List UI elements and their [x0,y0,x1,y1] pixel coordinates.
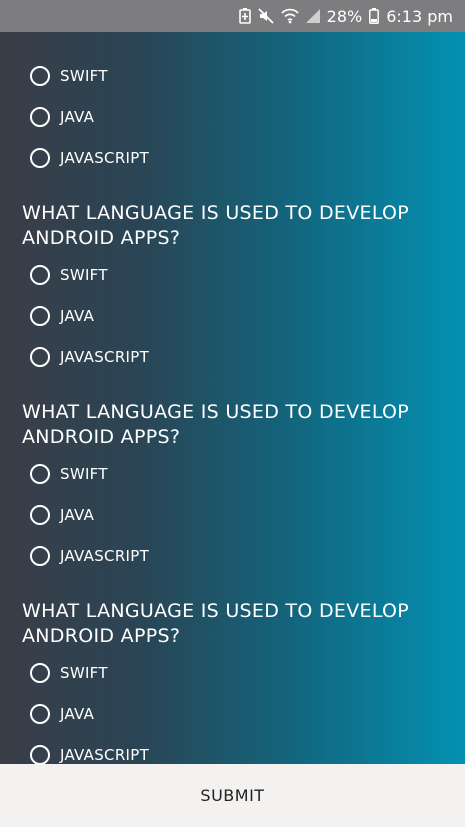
option-label: SWIFT [60,266,108,284]
radio-button[interactable] [30,306,50,326]
radio-button[interactable] [30,704,50,724]
radio-button[interactable] [30,107,50,127]
radio-button[interactable] [30,148,50,168]
option-java[interactable]: JAVA [30,302,94,330]
option-label: SWIFT [60,465,108,483]
radio-button[interactable] [30,546,50,566]
option-javascript[interactable]: JAVASCRIPT [30,741,149,764]
option-java[interactable]: JAVA [30,501,94,529]
radio-button[interactable] [30,464,50,484]
question-text: WHAT LANGUAGE IS USED TO DEVELOP ANDROID… [22,202,410,249]
signal-icon [305,9,320,23]
radio-button[interactable] [30,347,50,367]
radio-button[interactable] [30,66,50,86]
radio-button[interactable] [30,745,50,764]
option-label: SWIFT [60,664,108,682]
option-label: JAVASCRIPT [60,149,150,167]
question-text: WHAT LANGUAGE IS USED TO DEVELOP ANDROID… [22,401,410,448]
option-label: JAVASCRIPT [60,348,150,366]
radio-button[interactable] [30,663,50,683]
battery-icon [369,8,380,24]
option-label: JAVASCRIPT [60,547,150,565]
option-label: JAVA [60,108,95,126]
option-javascript[interactable]: JAVASCRIPT [30,144,149,172]
option-java[interactable]: JAVA [30,103,94,131]
wifi-icon [281,8,299,24]
radio-button[interactable] [30,265,50,285]
quiz-content[interactable]: SWIFT JAVA JAVASCRIPT WHAT LANGUAGE IS U… [0,32,465,764]
radio-button[interactable] [30,505,50,525]
option-swift[interactable]: SWIFT [30,62,108,90]
option-label: SWIFT [60,67,108,85]
option-swift[interactable]: SWIFT [30,261,108,289]
option-swift[interactable]: SWIFT [30,460,108,488]
option-label: JAVASCRIPT [60,746,150,764]
option-label: JAVA [60,705,95,723]
option-javascript[interactable]: JAVASCRIPT [30,343,149,371]
question-text: WHAT LANGUAGE IS USED TO DEVELOP ANDROID… [22,600,410,647]
mute-icon [258,8,274,24]
option-swift[interactable]: SWIFT [30,659,108,687]
submit-button[interactable]: SUBMIT [194,785,270,806]
status-bar: 28% 6:13 pm [0,0,465,32]
clock: 6:13 pm [386,6,453,26]
option-javascript[interactable]: JAVASCRIPT [30,542,149,570]
option-label: JAVA [60,307,95,325]
option-java[interactable]: JAVA [30,700,94,728]
option-label: JAVA [60,506,95,524]
battery-percent: 28% [326,6,363,26]
battery-saver-icon [238,8,251,24]
submit-bar: SUBMIT [0,764,465,827]
